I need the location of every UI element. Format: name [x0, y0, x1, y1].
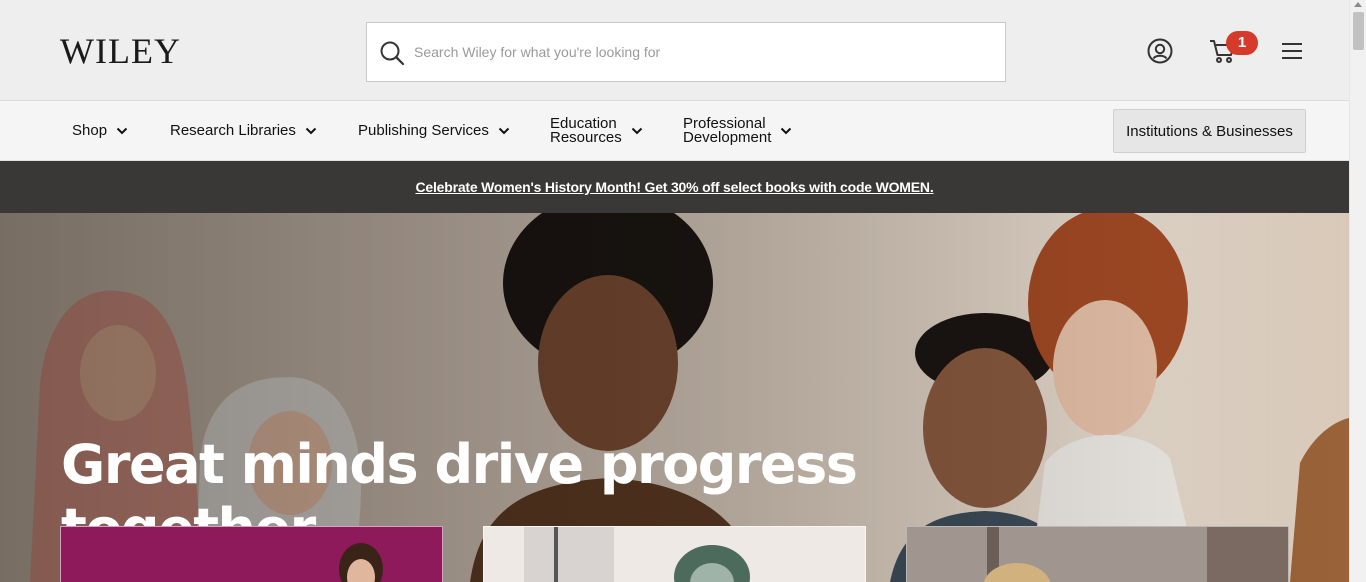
chevron-down-icon	[305, 127, 317, 135]
institutions-businesses-button[interactable]: Institutions & Businesses	[1113, 109, 1306, 153]
hero-section: Great minds drive progress together	[0, 213, 1349, 582]
page: WILEY 1	[0, 0, 1349, 582]
promo-text-after: .	[929, 179, 934, 195]
wiley-logo[interactable]: WILEY	[60, 31, 181, 71]
promo-text-middle: select books with code	[719, 179, 876, 195]
nav-item-label: Professional Development	[683, 116, 772, 146]
promo-code: WOMEN	[875, 179, 930, 195]
nav-item-label: Research Libraries	[170, 122, 296, 139]
nav-item-research-libraries[interactable]: Research Libraries	[170, 101, 317, 161]
nav-item-label: Education Resources	[550, 116, 622, 146]
search-icon[interactable]	[379, 40, 405, 66]
main-nav: Shop Research Libraries Publishing Servi…	[0, 101, 1349, 161]
vertical-scrollbar[interactable]	[1349, 0, 1366, 582]
promo-discount: 30% off	[670, 179, 720, 195]
account-button[interactable]	[1144, 35, 1176, 67]
feature-card[interactable]	[60, 526, 443, 582]
chevron-down-icon	[781, 127, 792, 135]
menu-button[interactable]	[1276, 35, 1308, 67]
nav-item-professional-development[interactable]: Professional Development	[683, 101, 792, 161]
nav-item-publishing-services[interactable]: Publishing Services	[358, 101, 510, 161]
promo-banner: Celebrate Women's History Month! Get 30%…	[0, 161, 1349, 213]
hamburger-menu-icon	[1282, 43, 1302, 59]
feature-card[interactable]	[906, 526, 1289, 582]
cart-count-badge: 1	[1226, 31, 1258, 55]
feature-card[interactable]	[483, 526, 866, 582]
scroll-up-arrow-icon[interactable]	[1354, 2, 1362, 7]
promo-link[interactable]: Celebrate Women's History Month! Get 30%…	[415, 179, 933, 195]
card-image	[339, 543, 383, 582]
chevron-down-icon	[498, 127, 510, 135]
nav-item-label: Shop	[72, 122, 108, 139]
nav-item-label-line2: Development	[683, 129, 772, 146]
nav-item-education-resources[interactable]: Education Resources	[550, 101, 643, 161]
chevron-down-icon	[631, 127, 642, 135]
search-bar[interactable]	[366, 22, 1006, 82]
nav-item-label-line2: Resources	[550, 129, 622, 146]
card-image	[907, 527, 1288, 582]
promo-text-before: Celebrate Women's History Month! Get	[415, 179, 671, 195]
nav-item-label: Publishing Services	[358, 122, 489, 139]
site-header: WILEY 1	[0, 0, 1349, 101]
card-image	[524, 527, 750, 582]
user-circle-icon	[1147, 38, 1173, 64]
scrollbar-thumb[interactable]	[1353, 12, 1364, 50]
nav-item-shop[interactable]: Shop	[72, 101, 128, 161]
chevron-down-icon	[116, 127, 128, 135]
search-input[interactable]	[414, 23, 994, 81]
